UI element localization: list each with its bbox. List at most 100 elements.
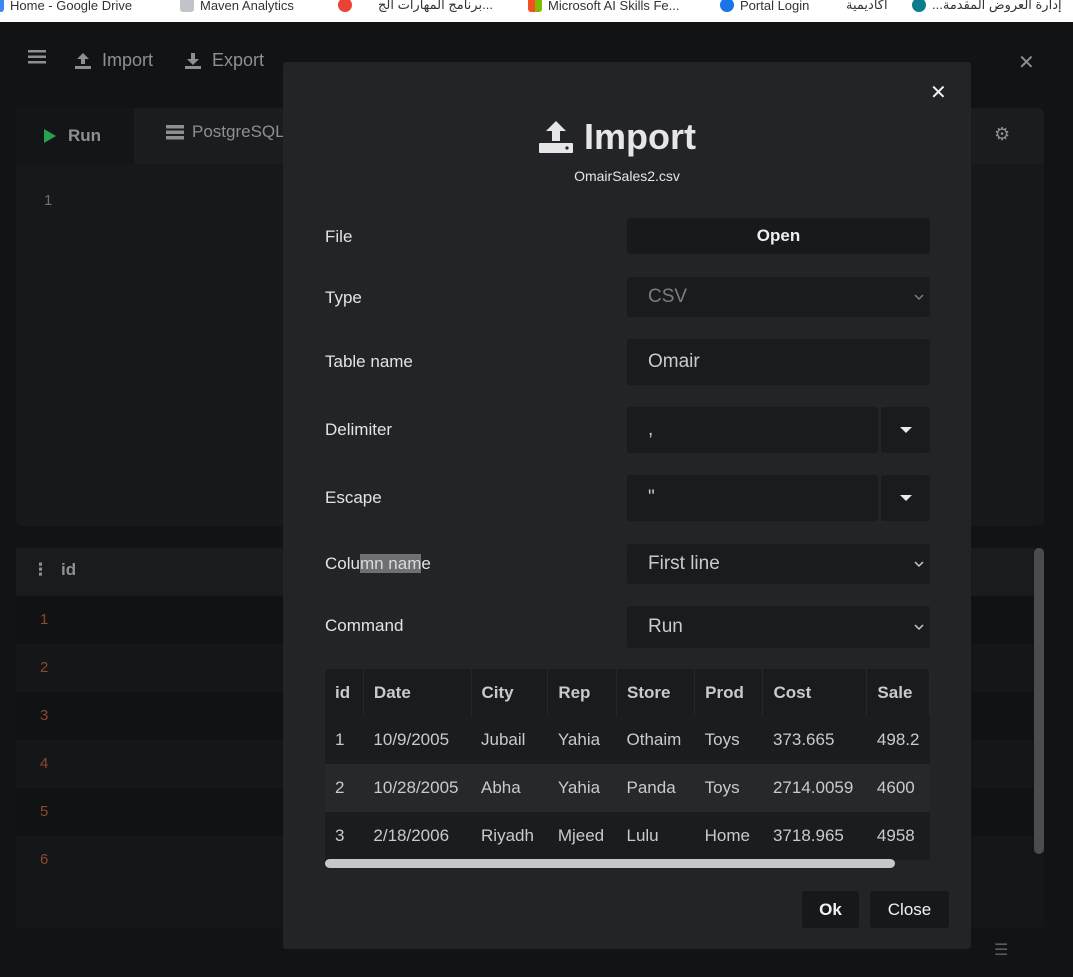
- results-column-header[interactable]: ⋮ id: [32, 560, 76, 580]
- table-cell: Yahia: [547, 716, 617, 764]
- caret-down-icon: [899, 427, 912, 433]
- google-cloud-icon: [338, 0, 352, 12]
- upload-icon: [75, 52, 91, 69]
- escape-label: Escape: [325, 488, 382, 507]
- table-cell: 3718.965: [762, 812, 867, 860]
- results-row-number: 5: [40, 803, 49, 820]
- column-header[interactable]: id: [325, 669, 364, 716]
- bookmark-google-cloud[interactable]: [338, 0, 352, 16]
- text-selection: mn nam: [359, 554, 422, 573]
- table-cell: Othaim: [616, 716, 695, 764]
- column-header[interactable]: Rep: [547, 669, 617, 716]
- column-header[interactable]: City: [471, 669, 549, 716]
- chevron-down-icon: [914, 561, 924, 568]
- open-file-button[interactable]: Open: [627, 218, 930, 254]
- table-cell: Toys: [694, 764, 763, 812]
- chevron-down-icon: [914, 624, 924, 631]
- run-button[interactable]: Run: [16, 108, 134, 164]
- table-cell: Abha: [471, 764, 548, 812]
- bookmark-maven[interactable]: Maven Analytics: [180, 0, 294, 16]
- file-label: File: [325, 227, 353, 246]
- preview-table: id Date City Rep Store Prod Cost Sale 1 …: [325, 669, 930, 869]
- column-header[interactable]: Store: [616, 669, 696, 716]
- bookmark-academy[interactable]: أكاديمية: [846, 0, 888, 16]
- preview-header-row: id Date City Rep Store Prod Cost Sale: [325, 669, 930, 716]
- table-cell: Toys: [694, 716, 763, 764]
- table-cell: Yahia: [547, 764, 617, 812]
- results-row-number: 1: [40, 611, 49, 628]
- delimiter-input[interactable]: ,: [627, 407, 878, 453]
- table-row: 3 2/18/2006 Riyadh Mjeed Lulu Home 3718.…: [325, 812, 930, 860]
- download-icon: [185, 52, 201, 69]
- table-cell: 4958: [866, 812, 930, 860]
- list-icon[interactable]: ☰: [994, 940, 1008, 960]
- table-cell: Home: [694, 812, 763, 860]
- upload-icon: [539, 121, 573, 153]
- results-row-number: 3: [40, 707, 49, 724]
- delimiter-dropdown-button[interactable]: [881, 407, 930, 453]
- portal-icon: [720, 0, 734, 12]
- more-vertical-icon: ⋮: [32, 560, 49, 579]
- column-header[interactable]: Date: [363, 669, 472, 716]
- table-cell: Panda: [616, 764, 695, 812]
- dialog-title: Import: [538, 116, 696, 158]
- delimiter-label: Delimiter: [325, 420, 393, 439]
- chevron-down-icon: [914, 294, 924, 301]
- table-cell: Mjeed: [547, 812, 617, 860]
- column-header[interactable]: Prod: [694, 669, 764, 716]
- column-name-select[interactable]: First line: [627, 544, 930, 584]
- table-cell: Riyadh: [471, 812, 548, 860]
- column-header[interactable]: Sale: [866, 669, 930, 716]
- hamburger-icon: [28, 50, 46, 64]
- database-tab[interactable]: PostgreSQL: [166, 122, 285, 142]
- close-button[interactable]: Close: [870, 891, 949, 928]
- ok-button[interactable]: Ok: [802, 891, 859, 928]
- table-name-input[interactable]: Omair: [627, 339, 930, 385]
- maven-icon: [180, 0, 194, 12]
- command-label: Command: [325, 616, 404, 635]
- command-select[interactable]: Run: [627, 606, 930, 648]
- column-name-label: Column name: [325, 554, 431, 573]
- dialog-filename: OmairSales2.csv: [574, 168, 680, 184]
- bookmarks-bar: Home - Google Drive Maven Analytics برنا…: [0, 0, 1073, 22]
- table-cell: 1: [325, 716, 364, 764]
- edge-icon: [912, 0, 926, 12]
- toolbar-import-button[interactable]: Import: [74, 50, 153, 71]
- bookmark-microsoft-ai[interactable]: Microsoft AI Skills Fe...: [528, 0, 679, 16]
- bookmark-offers[interactable]: ...إدارة العروض المقدمة: [912, 0, 1062, 16]
- app-close-icon[interactable]: ✕: [1018, 50, 1035, 75]
- table-cell: 4600: [866, 764, 930, 812]
- results-row-number: 4: [40, 755, 49, 772]
- toolbar-export-button[interactable]: Export: [184, 50, 264, 71]
- editor-line-number: 1: [44, 192, 53, 209]
- results-scrollbar[interactable]: [1034, 548, 1044, 854]
- results-row-number: 2: [40, 659, 49, 676]
- bookmark-portal-login[interactable]: Portal Login: [720, 0, 809, 16]
- table-row: 1 10/9/2005 Jubail Yahia Othaim Toys 373…: [325, 716, 930, 764]
- table-name-label: Table name: [325, 352, 413, 371]
- table-cell: 2714.0059: [762, 764, 867, 812]
- gear-icon[interactable]: ⚙: [994, 124, 1010, 145]
- google-drive-icon: [0, 0, 4, 12]
- menu-button[interactable]: [28, 50, 46, 64]
- database-icon: [166, 125, 184, 140]
- table-cell: Jubail: [471, 716, 548, 764]
- type-label: Type: [325, 288, 362, 307]
- table-cell: 2/18/2006: [363, 812, 472, 860]
- type-select[interactable]: CSV: [627, 277, 930, 317]
- preview-horizontal-scrollbar[interactable]: [325, 859, 895, 868]
- close-icon[interactable]: ✕: [930, 80, 947, 105]
- table-cell: 373.665: [762, 716, 867, 764]
- table-cell: 3: [325, 812, 364, 860]
- bookmark-skills-program[interactable]: برنامج المهارات الج...: [378, 0, 493, 16]
- column-header[interactable]: Cost: [762, 669, 868, 716]
- caret-down-icon: [899, 495, 912, 501]
- escape-input[interactable]: ": [627, 475, 878, 521]
- escape-dropdown-button[interactable]: [881, 475, 930, 521]
- play-icon: [44, 129, 56, 143]
- bookmark-google-drive[interactable]: Home - Google Drive: [0, 0, 132, 16]
- table-cell: 10/28/2005: [363, 764, 472, 812]
- microsoft-icon: [528, 0, 542, 12]
- table-cell: 498.2: [866, 716, 930, 764]
- table-row: 2 10/28/2005 Abha Yahia Panda Toys 2714.…: [325, 764, 930, 812]
